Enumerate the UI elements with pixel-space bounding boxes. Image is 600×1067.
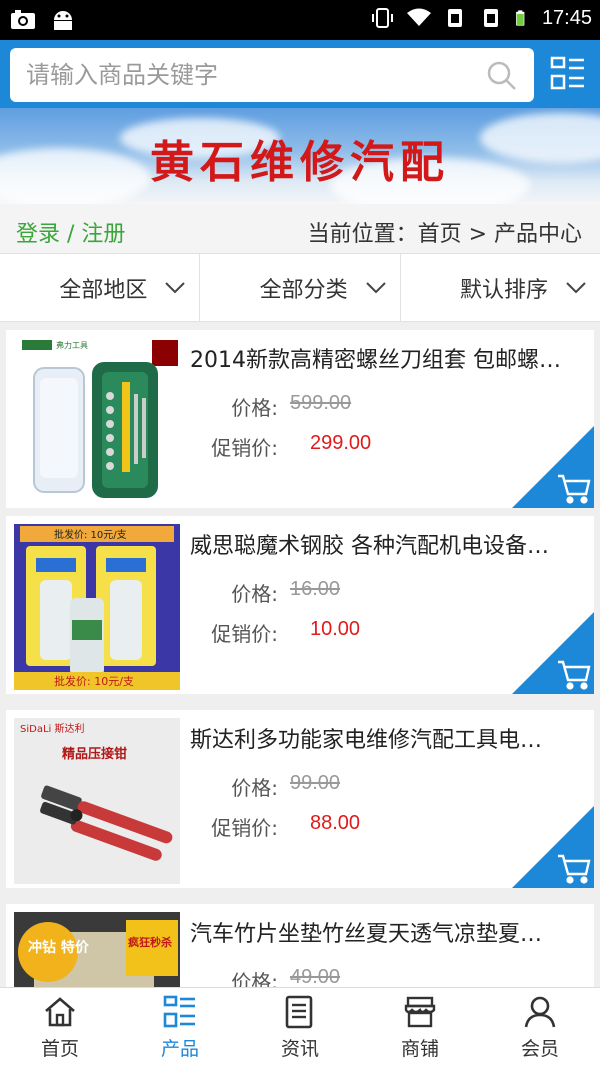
- vibrate-icon: [371, 8, 393, 28]
- caption-text: 精品压接钳: [62, 746, 127, 762]
- badge-text: 疯狂秒杀: [128, 935, 172, 949]
- product-image[interactable]: 弗力工具: [14, 338, 180, 504]
- chevron-down-icon: [365, 281, 386, 293]
- search-box[interactable]: [10, 48, 534, 102]
- promo-price: 10.00: [310, 618, 361, 640]
- price-label: 价格:: [231, 776, 278, 800]
- filter-label: 全部分类: [259, 277, 348, 303]
- battery-icon: [516, 10, 525, 26]
- original-price: 99.00: [290, 772, 341, 794]
- shop-icon: [404, 996, 436, 1028]
- wholesale-text: 批发价: 10元/支: [54, 528, 127, 541]
- status-bar: 17:45: [0, 0, 600, 40]
- brand-text: SiDaLi 斯达利: [20, 722, 84, 735]
- brand-text: 弗力工具: [56, 340, 88, 350]
- product-title[interactable]: 斯达利多功能家电维修汽配工具电工压接钳: [190, 722, 562, 754]
- banner: 黄石维修汽配: [0, 108, 600, 204]
- search-input[interactable]: [26, 48, 466, 102]
- wifi-icon: [406, 8, 431, 26]
- product-title[interactable]: 威思聪魔术钢胶 各种汽配机电设备修补: [190, 528, 562, 560]
- filter-label: 默认排序: [459, 277, 548, 303]
- filter-category[interactable]: 全部分类: [200, 254, 401, 321]
- nav-label: 会员: [520, 1038, 559, 1060]
- user-icon: [524, 996, 556, 1028]
- nav-label: 产品: [160, 1038, 199, 1060]
- promo-label: 促销价:: [211, 816, 278, 840]
- filter-region[interactable]: 全部地区: [0, 254, 201, 321]
- original-price: 599.00: [290, 392, 352, 414]
- nav-home[interactable]: 首页: [0, 988, 120, 1067]
- header-bar: [0, 40, 600, 108]
- clock: 17:45: [541, 6, 592, 29]
- original-price: 16.00: [290, 578, 341, 600]
- add-to-cart-button[interactable]: [512, 426, 594, 508]
- price-label: 价格:: [231, 396, 278, 420]
- product-image[interactable]: 批发价: 10元/支 批发价: 10元/支: [14, 524, 180, 690]
- category-menu-icon[interactable]: [550, 54, 586, 94]
- search-icon[interactable]: [486, 60, 518, 92]
- promo-label: 促销价:: [211, 436, 278, 460]
- banner-title: 黄石维修汽配: [150, 137, 450, 188]
- nav-label: 首页: [40, 1038, 79, 1060]
- news-icon: [285, 995, 313, 1029]
- product-card[interactable]: SiDaLi 斯达利 精品压接钳 斯达利多功能家电维修汽配工具电工压接钳 价格:…: [6, 710, 594, 888]
- badge-text: 冲钻 特价: [28, 939, 90, 956]
- sim2-icon: [483, 9, 498, 27]
- android-icon: [54, 11, 72, 30]
- breadcrumb-bar: 登录 / 注册 当前位置：首页 > 产品中心: [0, 204, 600, 254]
- camera-notification-icon: [11, 10, 35, 29]
- original-price: 49.00: [290, 966, 341, 988]
- product-title[interactable]: 2014新款高精密螺丝刀组套 包邮螺丝刀套装: [190, 342, 562, 374]
- nav-shop[interactable]: 商铺: [360, 988, 480, 1067]
- filter-bar: 全部地区 全部分类 默认排序: [0, 254, 600, 322]
- add-to-cart-button[interactable]: [512, 806, 594, 888]
- list-icon: [163, 995, 195, 1028]
- product-image[interactable]: SiDaLi 斯达利 精品压接钳: [14, 718, 180, 884]
- filter-label: 全部地区: [59, 277, 148, 303]
- home-icon: [45, 997, 75, 1027]
- promo-price: 88.00: [310, 812, 361, 834]
- wholesale-text: 批发价: 10元/支: [54, 674, 134, 688]
- chevron-down-icon: [566, 281, 586, 293]
- nav-member[interactable]: 会员: [480, 988, 600, 1067]
- filter-sort[interactable]: 默认排序: [401, 254, 600, 321]
- product-title[interactable]: 汽车竹片坐垫竹丝夏天透气凉垫夏季座垫: [190, 916, 562, 948]
- price-label: 价格:: [231, 582, 278, 606]
- product-card[interactable]: 批发价: 10元/支 批发价: 10元/支 威思聪魔术钢胶 各种汽配机电设备修补…: [6, 516, 594, 694]
- product-card[interactable]: 弗力工具 2014新款高精密螺丝刀组套 包邮螺丝刀套装 价格: 599.00 促…: [6, 330, 594, 508]
- nav-label: 商铺: [400, 1038, 439, 1060]
- login-register-link[interactable]: 登录 / 注册: [16, 216, 125, 248]
- sim1-icon: [447, 9, 462, 27]
- bottom-nav: 首页 产品 资讯 商铺 会员: [0, 987, 600, 1067]
- nav-news[interactable]: 资讯: [240, 988, 360, 1067]
- add-to-cart-button[interactable]: [512, 612, 594, 694]
- nav-label: 资讯: [280, 1038, 319, 1060]
- promo-price: 299.00: [310, 432, 372, 454]
- nav-products[interactable]: 产品: [120, 988, 240, 1067]
- breadcrumb: 当前位置：首页 > 产品中心: [307, 222, 582, 247]
- chevron-down-icon: [165, 281, 186, 293]
- promo-label: 促销价:: [211, 622, 278, 646]
